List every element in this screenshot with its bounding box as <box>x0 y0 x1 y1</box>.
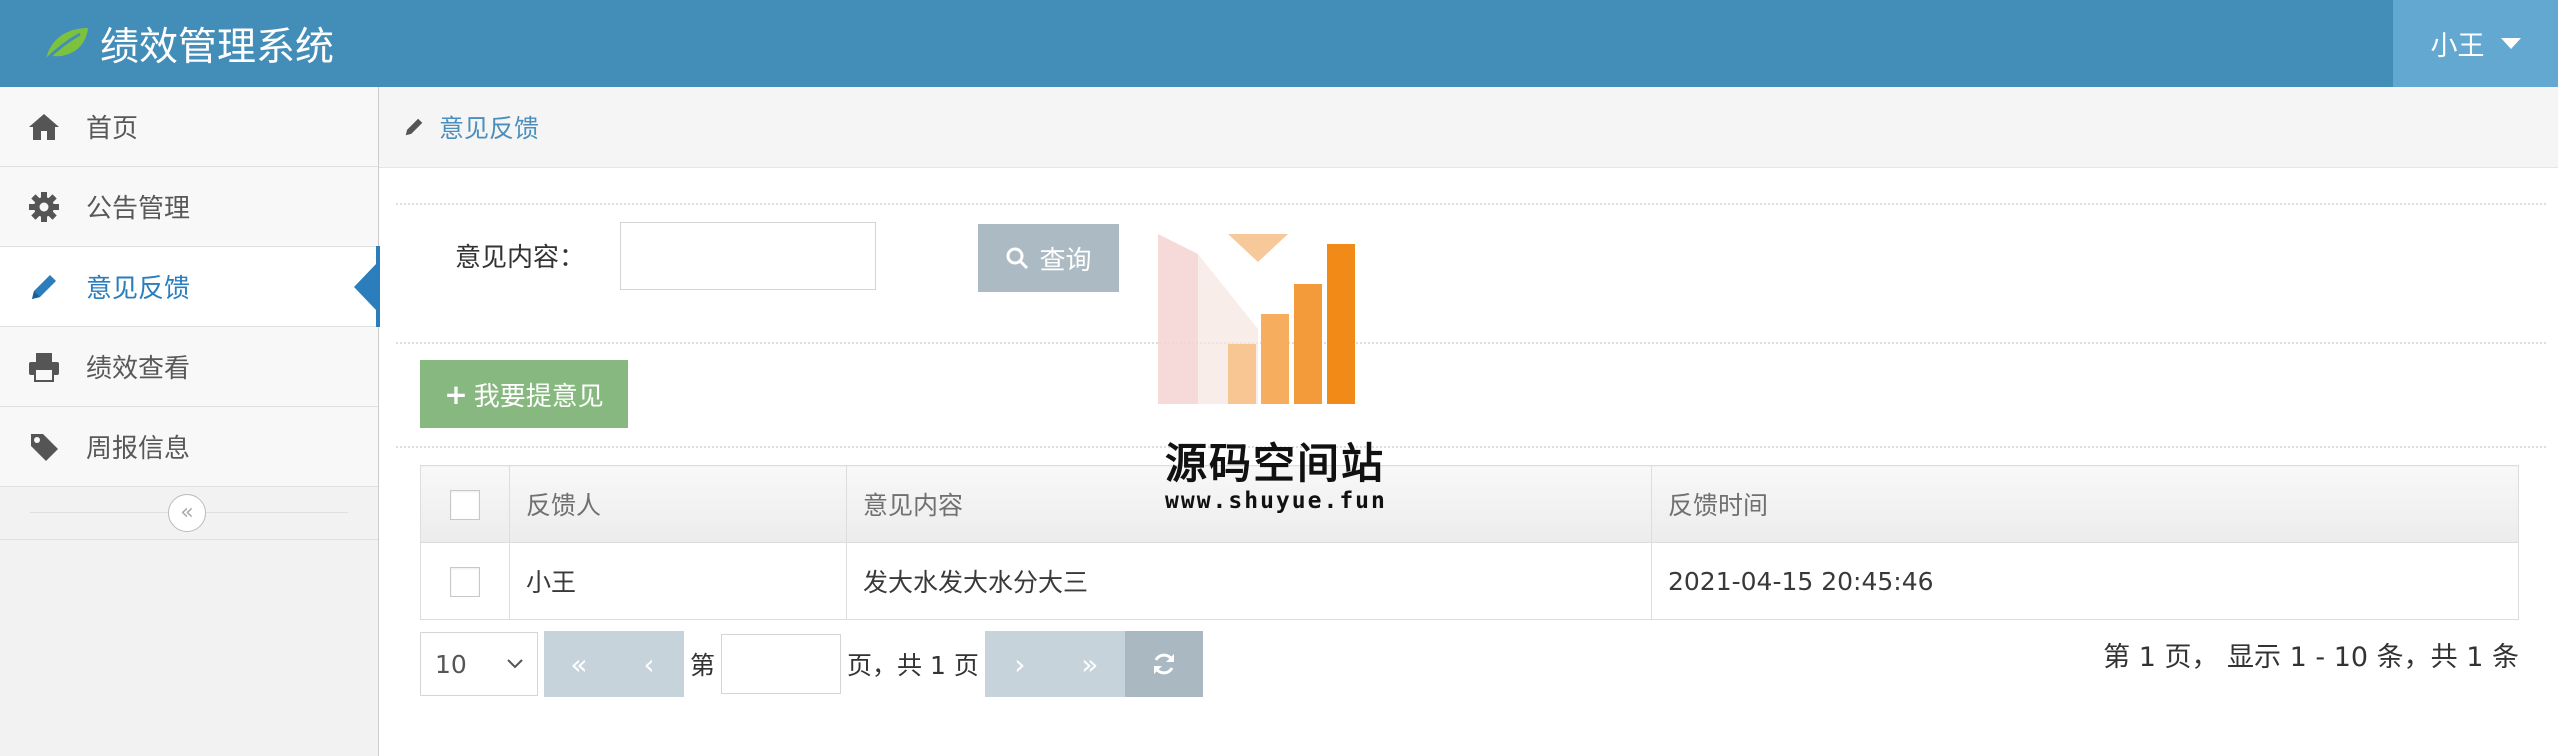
leaf-icon <box>42 24 90 64</box>
cell-time: 2021-04-15 20:45:46 <box>1651 542 2519 620</box>
table-row[interactable]: 小王 发大水发大水分大三 2021-04-15 20:45:46 <box>420 542 2519 620</box>
double-left-icon: « <box>570 647 588 681</box>
page-suffix: 页，共 1 页 <box>847 651 979 680</box>
page-size-select[interactable]: 10 <box>420 632 538 696</box>
breadcrumb: 意见反馈 <box>379 87 2558 168</box>
add-feedback-button[interactable]: + 我要提意见 <box>420 360 628 428</box>
page-number-input[interactable] <box>721 634 842 694</box>
pagination: 10 « ‹ 第 页，共 1 页 › » <box>420 631 1203 697</box>
sidebar-item-weekly[interactable]: 周报信息 <box>0 407 378 487</box>
select-all-checkbox[interactable] <box>450 489 480 520</box>
print-icon <box>26 351 62 383</box>
last-page-button[interactable]: » <box>1054 631 1125 697</box>
row-select-cell <box>420 542 510 620</box>
caret-down-icon <box>2500 38 2521 49</box>
pencil-icon <box>26 271 62 303</box>
add-feedback-label: 我要提意见 <box>473 381 604 412</box>
app-title: 绩效管理系统 <box>100 24 335 70</box>
top-navbar: 绩效管理系统 小王 <box>0 0 2558 87</box>
chevron-left-icon: ‹ <box>643 647 655 681</box>
refresh-icon <box>1153 653 1174 675</box>
sidebar-item-label: 绩效查看 <box>86 354 191 384</box>
row-checkbox[interactable] <box>450 566 480 597</box>
first-page-button[interactable]: « <box>544 631 614 697</box>
breadcrumb-current[interactable]: 意见反馈 <box>439 109 539 145</box>
column-header[interactable]: 反馈人 <box>509 465 847 543</box>
tag-icon <box>26 431 62 463</box>
sidebar-item-label: 公告管理 <box>86 194 191 224</box>
sidebar-item-home[interactable]: 首页 <box>0 87 378 167</box>
sidebar: 首页 公告管理 意见反馈 绩效查看 周报信息 « <box>0 87 380 756</box>
plus-icon: + <box>444 377 468 411</box>
page-prefix: 第 <box>690 651 716 680</box>
brand[interactable]: 绩效管理系统 <box>42 0 334 87</box>
gear-icon <box>26 191 62 223</box>
sidebar-item-feedback[interactable]: 意见反馈 <box>0 246 380 327</box>
sidebar-item-label: 意见反馈 <box>86 274 191 304</box>
content-search-input[interactable] <box>620 222 876 290</box>
prev-page-button[interactable]: ‹ <box>614 631 684 697</box>
divider <box>396 342 2546 344</box>
chevron-down-icon <box>507 659 523 669</box>
collapse-sidebar-button[interactable]: « <box>168 494 206 532</box>
query-button[interactable]: 查询 <box>978 224 1119 292</box>
sidebar-item-notice[interactable]: 公告管理 <box>0 167 378 247</box>
table-header-row: 反馈人 意见内容 反馈时间 <box>420 465 2519 543</box>
search-label: 意见内容： <box>455 243 586 273</box>
feedback-table: 反馈人 意见内容 反馈时间 小王 发大水发大水分大三 2021-04-15 20… <box>420 465 2519 620</box>
column-header[interactable]: 反馈时间 <box>1651 465 2519 543</box>
sidebar-collapse-bar: « <box>0 487 378 540</box>
pencil-icon <box>403 116 425 138</box>
home-icon <box>26 111 62 143</box>
pager-info: 第 1 页， 显示 1 - 10 条，共 1 条 <box>2103 642 2519 673</box>
sidebar-item-performance[interactable]: 绩效查看 <box>0 327 378 407</box>
divider <box>396 203 2546 205</box>
search-icon <box>1006 247 1029 270</box>
next-page-button[interactable]: › <box>984 631 1055 697</box>
refresh-button[interactable] <box>1124 631 1203 697</box>
page-size-value: 10 <box>435 649 467 679</box>
user-name: 小王 <box>2430 31 2485 62</box>
double-left-icon: « <box>180 500 194 525</box>
cell-content: 发大水发大水分大三 <box>846 542 1652 620</box>
cell-person: 小王 <box>509 542 847 620</box>
chevron-right-icon: › <box>1014 647 1026 681</box>
watermark-url: www.shuyue.fun <box>1165 488 1387 514</box>
sidebar-item-label: 首页 <box>86 114 139 144</box>
divider <box>396 446 2546 448</box>
query-button-label: 查询 <box>1039 245 1092 276</box>
watermark-title: 源码空间站 <box>1165 439 1386 488</box>
user-menu[interactable]: 小王 <box>2393 0 2558 87</box>
double-right-icon: » <box>1081 647 1099 681</box>
select-all-cell <box>420 465 510 543</box>
sidebar-item-label: 周报信息 <box>86 434 191 464</box>
